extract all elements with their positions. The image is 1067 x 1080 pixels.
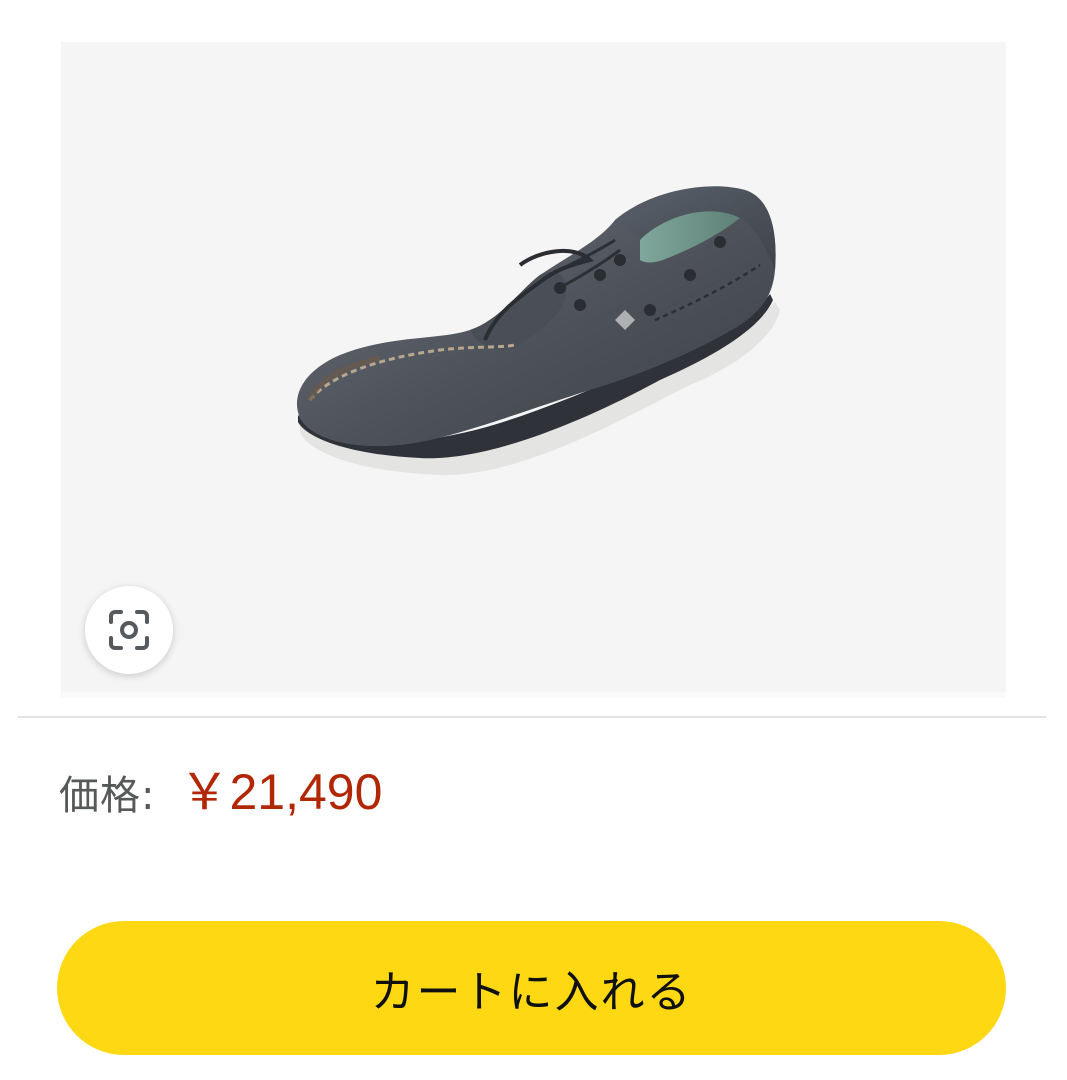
gallery-bottom-edge	[61, 692, 1006, 698]
section-divider	[18, 716, 1046, 718]
product-image[interactable]	[270, 170, 790, 490]
visual-search-button[interactable]	[85, 586, 173, 674]
add-to-cart-button[interactable]: カートに入れる	[57, 921, 1006, 1055]
price-value: ￥21,490	[179, 764, 383, 820]
camera-scan-icon	[109, 610, 149, 650]
add-to-cart-label: カートに入れる	[370, 967, 693, 1018]
price-label: 価格:	[59, 773, 156, 819]
price-row: 価格: ￥21,490	[59, 752, 382, 822]
